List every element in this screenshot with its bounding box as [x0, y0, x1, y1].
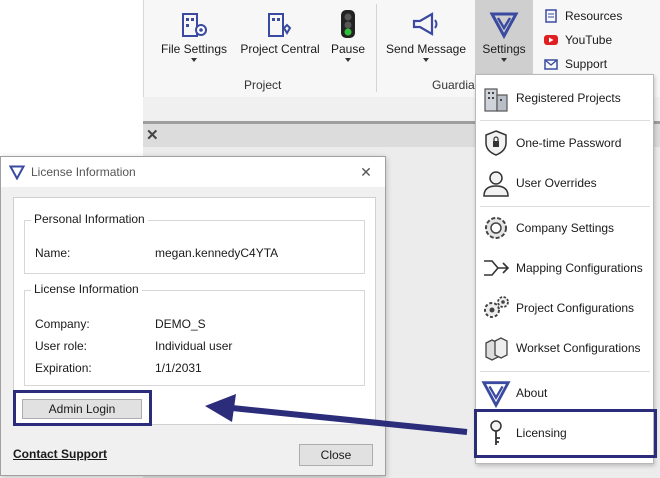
annotation-arrow — [205, 394, 468, 435]
